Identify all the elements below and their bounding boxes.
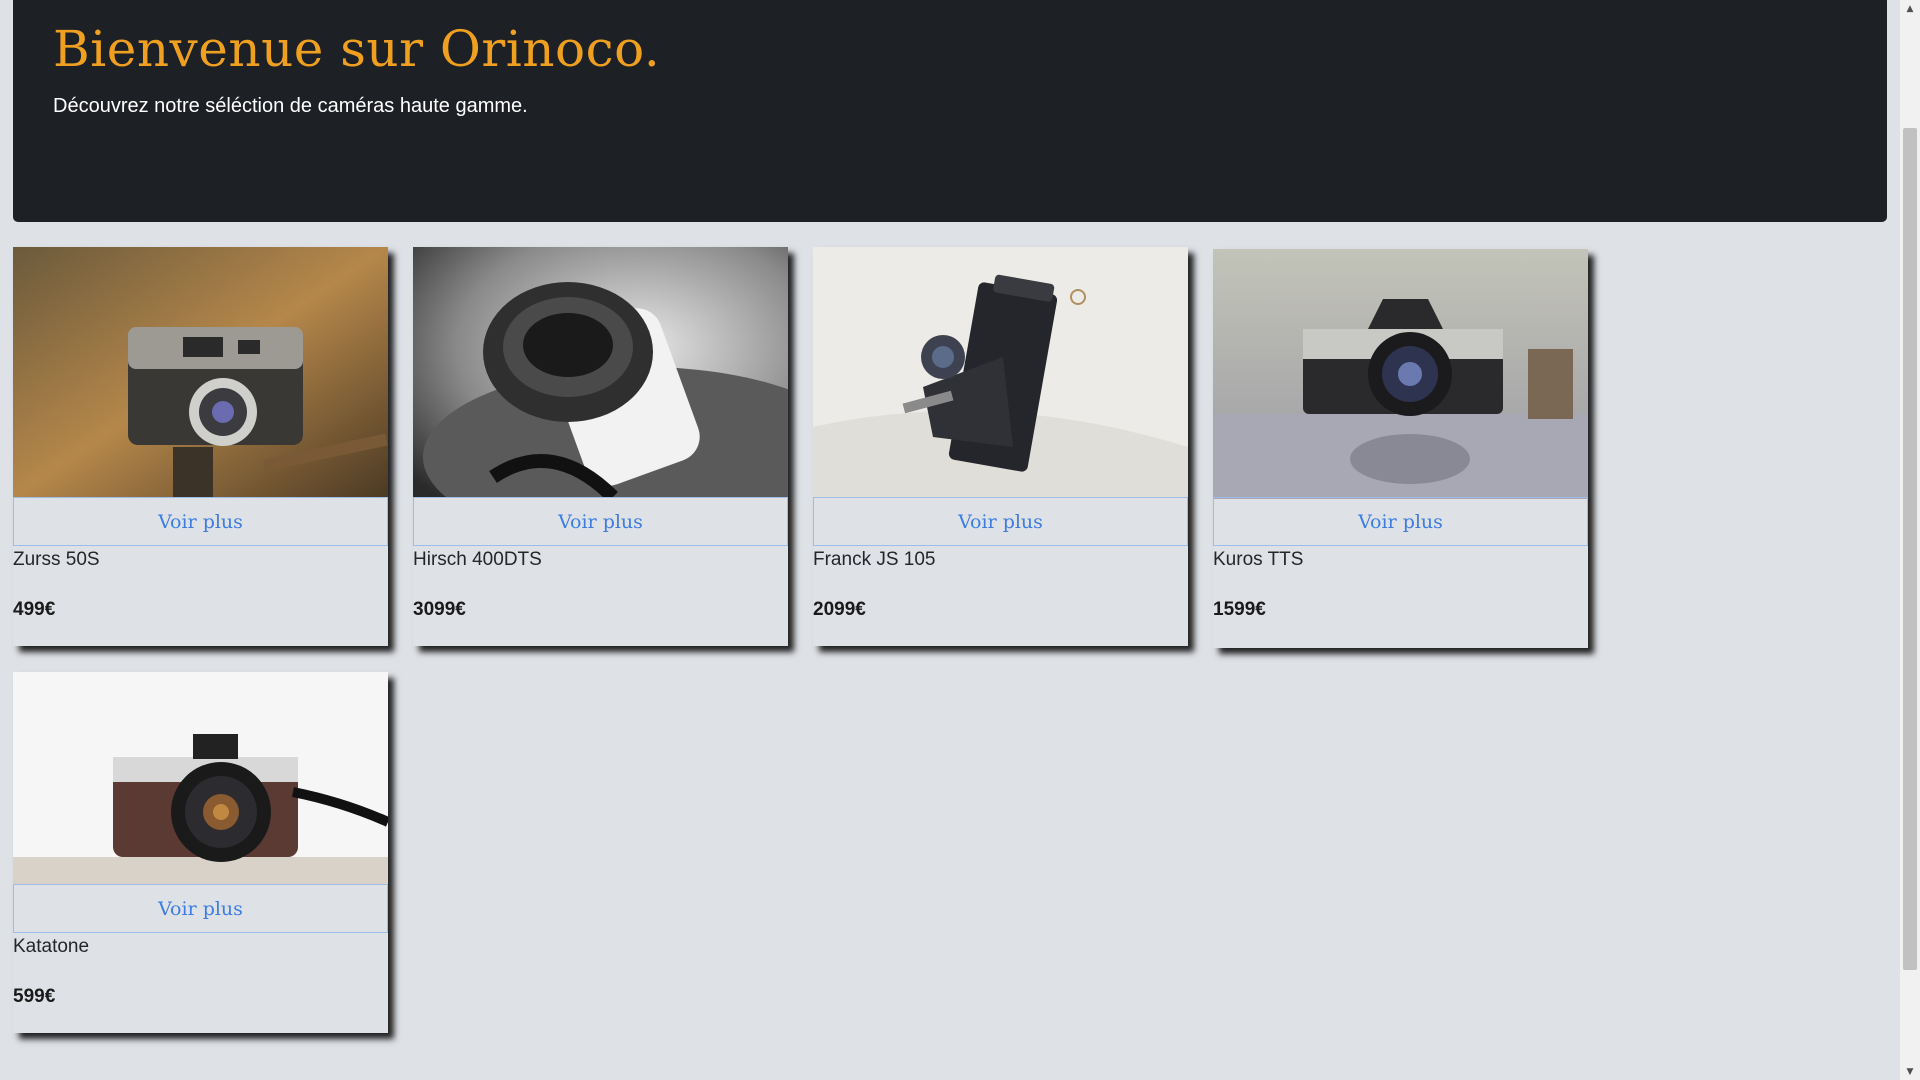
product-card: Voir plus Zurss 50S 499€	[13, 247, 388, 646]
product-price: 3099€	[413, 599, 466, 620]
arrow-up-icon[interactable]: ▲	[1900, 0, 1920, 17]
product-name: Katatone	[13, 936, 90, 957]
product-card: Voir plus Hirsch 400DTS 3099€	[413, 247, 788, 646]
voir-plus-button[interactable]: Voir plus	[13, 497, 388, 546]
product-name: Kuros TTS	[1213, 549, 1304, 570]
voir-plus-button[interactable]: Voir plus	[1213, 497, 1588, 546]
product-image[interactable]	[813, 247, 1188, 497]
arrow-down-icon[interactable]: ▼	[1900, 1063, 1920, 1080]
product-image[interactable]	[1213, 249, 1588, 499]
page-title: Bienvenue sur Orinoco.	[53, 20, 661, 78]
voir-plus-button[interactable]: Voir plus	[413, 497, 788, 546]
vertical-scrollbar[interactable]: ▲ ▼	[1900, 0, 1920, 1080]
product-image[interactable]	[13, 672, 388, 884]
product-price: 1599€	[1213, 599, 1266, 620]
product-name: Franck JS 105	[813, 549, 936, 570]
voir-plus-button[interactable]: Voir plus	[813, 497, 1188, 546]
scrollbar-thumb[interactable]	[1903, 128, 1917, 970]
product-name: Hirsch 400DTS	[413, 549, 542, 570]
product-price: 2099€	[813, 599, 866, 620]
product-image[interactable]	[13, 247, 388, 497]
voir-plus-button[interactable]: Voir plus	[13, 884, 388, 933]
page: Bienvenue sur Orinoco. Découvrez notre s…	[0, 0, 1900, 1080]
product-price: 499€	[13, 599, 56, 620]
product-card: Voir plus Kuros TTS 1599€	[1213, 249, 1588, 648]
product-name: Zurss 50S	[13, 549, 100, 570]
product-price: 599€	[13, 986, 56, 1007]
product-image[interactable]	[413, 247, 788, 497]
page-subtitle: Découvrez notre séléction de caméras hau…	[53, 95, 528, 117]
product-card: Voir plus Franck JS 105 2099€	[813, 247, 1188, 646]
product-card: Voir plus Katatone 599€	[13, 672, 388, 1033]
header-banner: Bienvenue sur Orinoco. Découvrez notre s…	[13, 0, 1887, 222]
